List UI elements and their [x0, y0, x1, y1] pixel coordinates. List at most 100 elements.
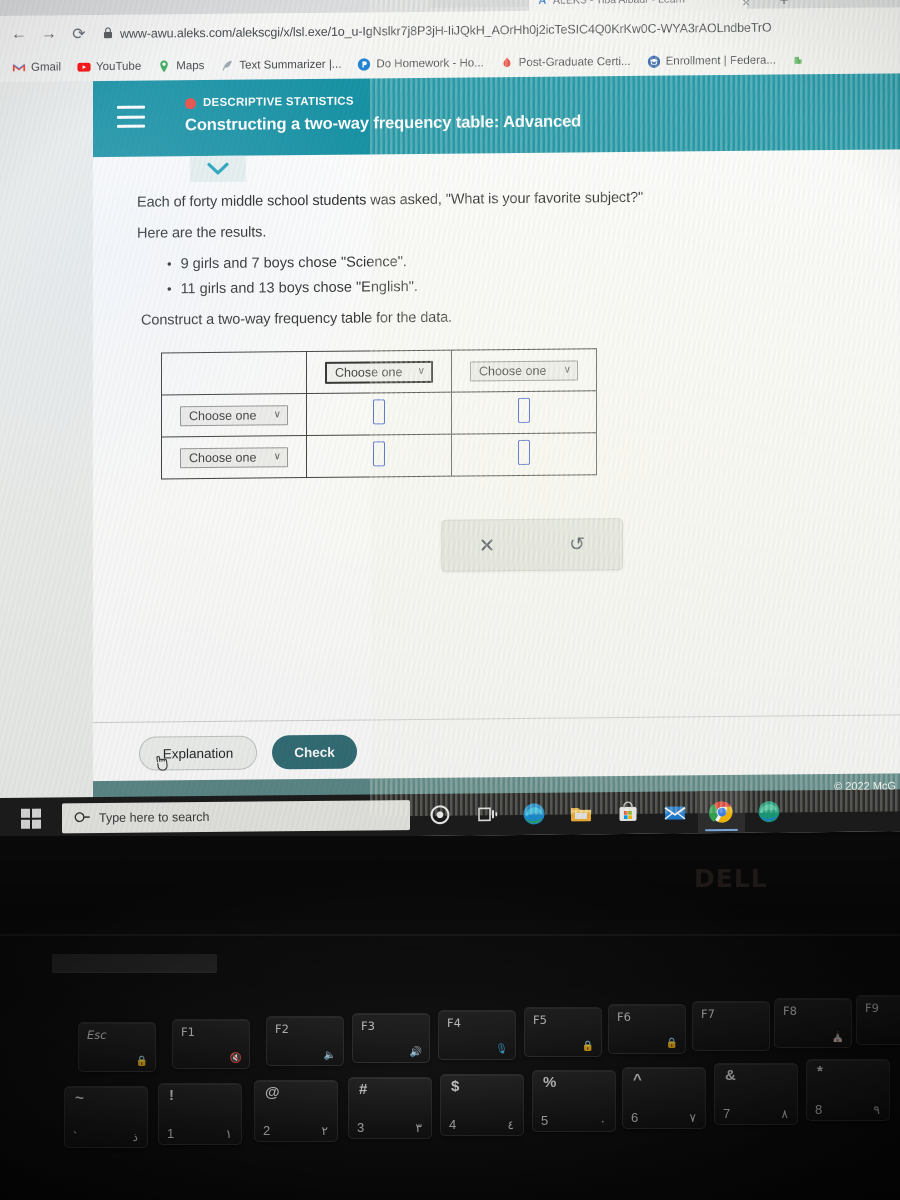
- check-button-label: Check: [294, 744, 335, 760]
- bookmark-gmail[interactable]: Gmail: [4, 60, 69, 75]
- row-header-select-1[interactable]: Choose one ∨: [180, 404, 288, 426]
- column-header-select-1[interactable]: Choose one ∨: [325, 360, 433, 384]
- clear-button[interactable]: ✕: [442, 520, 532, 571]
- select-value: Choose one: [189, 450, 257, 465]
- key-8[interactable]: * 8 ٩: [806, 1059, 890, 1121]
- key-base-label: 6: [631, 1110, 639, 1125]
- key-arabic-label: ٧: [689, 1111, 696, 1125]
- key-shift-label: ^: [633, 1071, 642, 1088]
- footer-divider: [93, 714, 900, 724]
- question-instruction: Construct a two-way frequency table for …: [141, 309, 453, 329]
- frequency-cell-r2c1: [306, 434, 452, 478]
- bookmark-text-summarizer[interactable]: Text Summarizer |...: [212, 58, 349, 73]
- browser-tab-title: ALEKS - Tiba Albadr - Learn: [553, 0, 685, 7]
- collapse-toggle[interactable]: [190, 155, 246, 183]
- back-icon[interactable]: ←: [4, 20, 34, 50]
- key-label: Esc: [87, 1028, 107, 1042]
- key-arabic-label: ٩: [873, 1103, 880, 1117]
- key-base-label: 1: [167, 1126, 175, 1141]
- list-item: • 9 girls and 7 boys chose "Science".: [167, 254, 418, 272]
- edge-dev-icon[interactable]: [745, 790, 792, 832]
- table-row: Choose one ∨ Choose one ∨: [161, 348, 597, 395]
- column-header-select-2[interactable]: Choose one ∨: [470, 359, 578, 381]
- lock-icon: [103, 26, 113, 41]
- key-esc[interactable]: Esc 🔒: [78, 1022, 156, 1072]
- bookmark-enrollment[interactable]: Enrollment | Federa...: [639, 53, 784, 68]
- row-header-select-2[interactable]: Choose one ∨: [180, 446, 288, 468]
- key-label: F1: [181, 1025, 195, 1039]
- key-arabic-label: ١: [225, 1127, 232, 1141]
- search-placeholder: Type here to search: [99, 809, 210, 826]
- bookmark-label: Maps: [176, 60, 205, 73]
- key-5[interactable]: % 5 ٠: [532, 1070, 616, 1132]
- bookmark-youtube[interactable]: YouTube: [69, 60, 149, 75]
- key-f2[interactable]: F2 🔈: [266, 1016, 344, 1066]
- key-7[interactable]: & 7 ٨: [714, 1063, 798, 1125]
- key-shift-label: $: [451, 1078, 460, 1095]
- file-explorer-icon[interactable]: [557, 792, 604, 834]
- search-input[interactable]: Type here to search: [62, 800, 410, 834]
- key-1[interactable]: ! 1 ١: [158, 1083, 242, 1145]
- background-tab[interactable]: [430, 0, 530, 8]
- windows-start-icon[interactable]: [0, 797, 62, 840]
- cortana-icon[interactable]: [416, 794, 463, 836]
- key-f3[interactable]: F3 🔊: [352, 1013, 430, 1063]
- task-view-icon[interactable]: [463, 793, 510, 835]
- key-f9[interactable]: F9: [856, 995, 900, 1045]
- hamburger-icon[interactable]: [117, 105, 145, 128]
- key-f7[interactable]: F7: [692, 1001, 770, 1051]
- key-backtick[interactable]: ~ ` ذ: [64, 1086, 148, 1148]
- frequency-input-r2c2[interactable]: [518, 439, 530, 465]
- forward-icon[interactable]: →: [34, 19, 64, 49]
- bookmark-label: Gmail: [31, 61, 62, 74]
- microsoft-store-icon[interactable]: [604, 792, 651, 834]
- edu-icon: [647, 55, 661, 69]
- key-f6[interactable]: F6 🔒: [608, 1004, 686, 1054]
- key-shift-label: %: [543, 1074, 557, 1091]
- clear-icon: ✕: [478, 534, 496, 557]
- keyboard-backlight-icon: 🔒: [581, 1041, 594, 1052]
- deck-seam: [0, 934, 900, 936]
- mail-icon[interactable]: [651, 791, 698, 833]
- address-bar[interactable]: www-awu.aleks.com/alekscgi/x/lsl.exe/1o_…: [94, 13, 900, 47]
- chrome-icon[interactable]: [698, 790, 745, 834]
- key-arabic-label: ذ: [132, 1130, 138, 1144]
- fn-lock-icon: 🔒: [135, 1056, 148, 1067]
- windows-taskbar: Type here to search: [0, 789, 900, 840]
- key-f5[interactable]: F5 🔒: [524, 1007, 602, 1057]
- undo-button[interactable]: ↺: [532, 519, 622, 570]
- key-2[interactable]: @ 2 ٢: [254, 1080, 338, 1142]
- bookmark-overflow[interactable]: [784, 53, 814, 67]
- key-base-label: 3: [357, 1120, 365, 1135]
- key-6[interactable]: ^ 6 ٧: [622, 1067, 706, 1129]
- key-f8[interactable]: F8 ⛪: [774, 998, 852, 1048]
- edge-icon[interactable]: [510, 793, 557, 835]
- flame-icon: [500, 56, 514, 70]
- laptop-keyboard: Esc 🔒 F1 🔇 F2 🔈 F3 🔊 F4 🎙 F5 🔒 F6 🔒 F7 F…: [0, 995, 900, 1200]
- select-value: Choose one: [189, 408, 257, 423]
- mouse-cursor: [153, 751, 172, 778]
- bookmark-post-graduate[interactable]: Post-Graduate Certi...: [492, 55, 639, 70]
- key-3[interactable]: # 3 ٣: [348, 1077, 432, 1139]
- aleks-page: DESCRIPTIVE STATISTICS Constructing a tw…: [93, 73, 900, 822]
- key-4[interactable]: $ 4 ٤: [440, 1074, 524, 1136]
- frequency-input-r1c1[interactable]: [373, 398, 385, 424]
- key-f4[interactable]: F4 🎙: [438, 1010, 516, 1060]
- key-f1[interactable]: F1 🔇: [172, 1019, 250, 1069]
- key-label: F9: [865, 1001, 879, 1015]
- topic-category: DESCRIPTIVE STATISTICS: [203, 95, 354, 110]
- frequency-input-r2c1[interactable]: [373, 440, 385, 466]
- frequency-input-r1c2[interactable]: [518, 397, 530, 423]
- reload-icon[interactable]: ⟳: [64, 19, 94, 49]
- key-label: F7: [701, 1007, 715, 1021]
- key-shift-label: ~: [75, 1090, 84, 1107]
- topic-eyebrow: DESCRIPTIVE STATISTICS: [185, 96, 354, 110]
- explanation-button-label: Explanation: [162, 745, 234, 761]
- key-base-label: 7: [723, 1106, 731, 1121]
- bookmark-maps[interactable]: Maps: [149, 59, 212, 74]
- key-base-label: 8: [815, 1102, 823, 1117]
- lock-icon: 🔒: [665, 1038, 678, 1049]
- results-list: • 9 girls and 7 boys chose "Science". • …: [167, 254, 418, 306]
- check-button[interactable]: Check: [272, 734, 357, 770]
- bookmark-do-homework[interactable]: Do Homework - Ho...: [349, 56, 491, 71]
